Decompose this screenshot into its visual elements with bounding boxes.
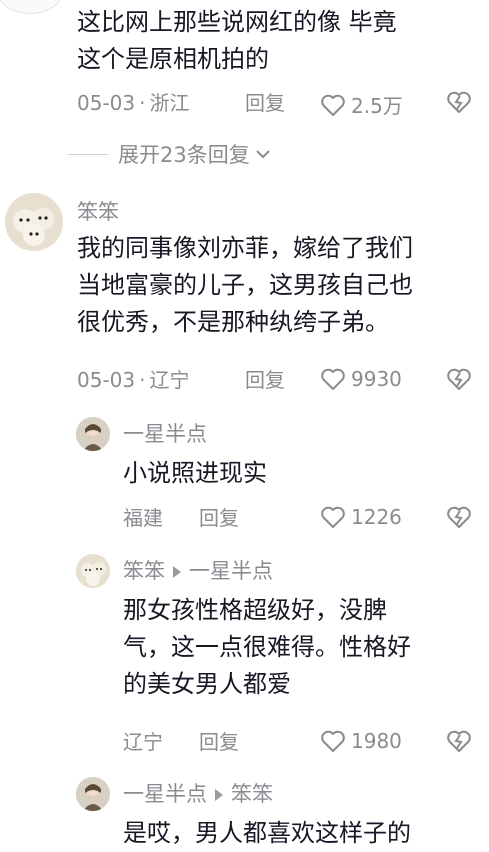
reply-button[interactable]: 回复 bbox=[199, 729, 239, 755]
reply-username[interactable]: 笨笨 bbox=[123, 559, 165, 583]
reply-header: 一星半点 笨笨 bbox=[123, 781, 273, 807]
reply-line: 的美女男人都爱 bbox=[123, 670, 291, 698]
avatar[interactable] bbox=[5, 193, 63, 251]
reply-meta: 辽宁 bbox=[123, 729, 163, 755]
dislike-button[interactable] bbox=[446, 367, 472, 395]
reply-location: 辽宁 bbox=[123, 730, 163, 754]
comment-line: 这比网上那些说网红的像 毕竟 bbox=[77, 8, 397, 36]
comment-date: 05-03 bbox=[77, 91, 136, 115]
reply-username[interactable]: 一星半点 bbox=[123, 421, 207, 447]
like-button[interactable]: 1980 bbox=[320, 729, 402, 753]
reply-button[interactable]: 回复 bbox=[245, 90, 285, 116]
person-avatar-icon bbox=[76, 777, 110, 811]
heart-outline-icon bbox=[321, 368, 345, 390]
comment-meta: 05-03 · 辽宁 bbox=[77, 367, 189, 393]
dislike-heart-icon bbox=[447, 368, 471, 390]
reply-username[interactable]: 一星半点 bbox=[123, 782, 207, 806]
like-button[interactable]: 9930 bbox=[320, 367, 402, 391]
reply-line: 那女孩性格超级好，没脾 bbox=[123, 596, 387, 624]
reply-to-username[interactable]: 一星半点 bbox=[189, 559, 273, 583]
dislike-button[interactable] bbox=[446, 90, 472, 118]
heart-outline-icon bbox=[321, 730, 345, 752]
reply-meta: 福建 bbox=[123, 505, 163, 531]
reply-text: 是哎，男人都喜欢这样子的 bbox=[123, 815, 473, 852]
avatar[interactable] bbox=[76, 417, 110, 451]
chevron-down-icon bbox=[256, 150, 270, 159]
like-count: 1980 bbox=[351, 729, 402, 753]
avatar[interactable] bbox=[76, 554, 110, 588]
person-avatar-icon bbox=[76, 417, 110, 451]
dog-avatar-icon bbox=[5, 193, 63, 251]
separator-dot: · bbox=[139, 368, 146, 392]
expand-replies-label: 展开23条回复 bbox=[118, 143, 250, 167]
avatar[interactable] bbox=[76, 777, 110, 811]
reply-button[interactable]: 回复 bbox=[199, 505, 239, 531]
comment-text: 这比网上那些说网红的像 毕竟 这个是原相机拍的 bbox=[77, 4, 477, 78]
separator-dot: · bbox=[139, 91, 146, 115]
heart-outline-icon bbox=[321, 94, 345, 116]
reply-button[interactable]: 回复 bbox=[245, 367, 285, 393]
reply-text: 小说照进现实 bbox=[123, 459, 267, 487]
reply-location: 福建 bbox=[123, 506, 163, 530]
avatar-partial[interactable] bbox=[0, 0, 62, 14]
comment-location: 浙江 bbox=[149, 91, 190, 115]
comment-line: 这个是原相机拍的 bbox=[77, 45, 269, 73]
comment-location: 辽宁 bbox=[149, 368, 190, 392]
dislike-heart-icon bbox=[447, 506, 471, 528]
dislike-heart-icon bbox=[447, 730, 471, 752]
dislike-button[interactable] bbox=[446, 505, 472, 533]
reply-text: 那女孩性格超级好，没脾 气，这一点很难得。性格好 的美女男人都爱 bbox=[123, 592, 473, 703]
triangle-right-icon bbox=[173, 566, 181, 578]
comment-line: 当地富豪的儿子，这男孩自己也 bbox=[77, 271, 413, 299]
dislike-heart-icon bbox=[447, 91, 471, 113]
comment-line: 很优秀，不是那种纨绔子弟。 bbox=[77, 308, 389, 336]
like-count: 2.5万 bbox=[351, 94, 403, 118]
reply-line: 是哎，男人都喜欢这样子的 bbox=[123, 819, 411, 847]
comment-username[interactable]: 笨笨 bbox=[77, 199, 119, 225]
expand-replies[interactable]: 展开23条回复 bbox=[68, 139, 272, 169]
heart-outline-icon bbox=[321, 506, 345, 528]
like-button[interactable]: 1226 bbox=[320, 505, 402, 529]
comment-date: 05-03 bbox=[77, 368, 136, 392]
like-count: 9930 bbox=[351, 367, 402, 391]
reply-line: 气，这一点很难得。性格好 bbox=[123, 633, 411, 661]
reply-header: 笨笨 一星半点 bbox=[123, 558, 273, 584]
triangle-right-icon bbox=[215, 789, 223, 801]
like-count: 1226 bbox=[351, 505, 402, 529]
comment-text: 我的同事像刘亦菲，嫁给了我们 当地富豪的儿子，这男孩自己也 很优秀，不是那种纨绔… bbox=[77, 230, 482, 341]
comment-meta: 05-03 · 浙江 bbox=[77, 90, 189, 116]
dog-avatar-icon bbox=[76, 554, 110, 588]
divider-line bbox=[68, 153, 108, 155]
dislike-button[interactable] bbox=[446, 729, 472, 757]
comment-line: 我的同事像刘亦菲，嫁给了我们 bbox=[77, 234, 413, 262]
like-button[interactable]: 2.5万 bbox=[320, 90, 403, 119]
reply-to-username[interactable]: 笨笨 bbox=[231, 782, 273, 806]
